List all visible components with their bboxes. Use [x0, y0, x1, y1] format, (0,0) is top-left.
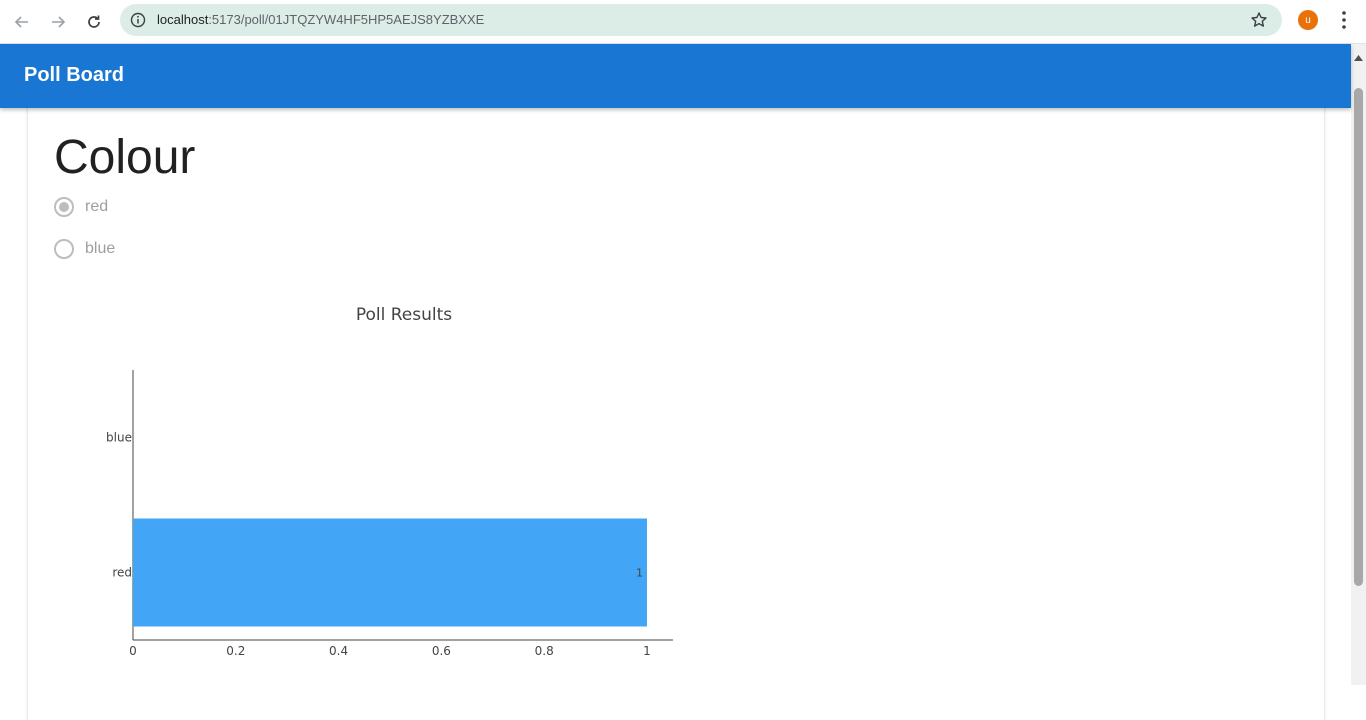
x-tick-label: 1 — [643, 644, 651, 658]
x-tick-label: 0.4 — [329, 644, 348, 658]
app-title[interactable]: Poll Board — [24, 64, 124, 87]
bar-red[interactable] — [133, 518, 647, 627]
x-tick-label: 0 — [129, 644, 137, 658]
x-tick-label: 0.2 — [226, 644, 245, 658]
y-tick-label-blue: blue — [106, 431, 132, 445]
chart-title: Poll Results — [356, 305, 452, 325]
x-tick-label: 0.6 — [432, 644, 451, 658]
x-tick-label: 0.8 — [535, 644, 554, 658]
data-label-red: 1 — [636, 567, 643, 580]
app-bar: Poll Board — [0, 44, 1351, 108]
y-tick-label-red: red — [112, 566, 132, 580]
